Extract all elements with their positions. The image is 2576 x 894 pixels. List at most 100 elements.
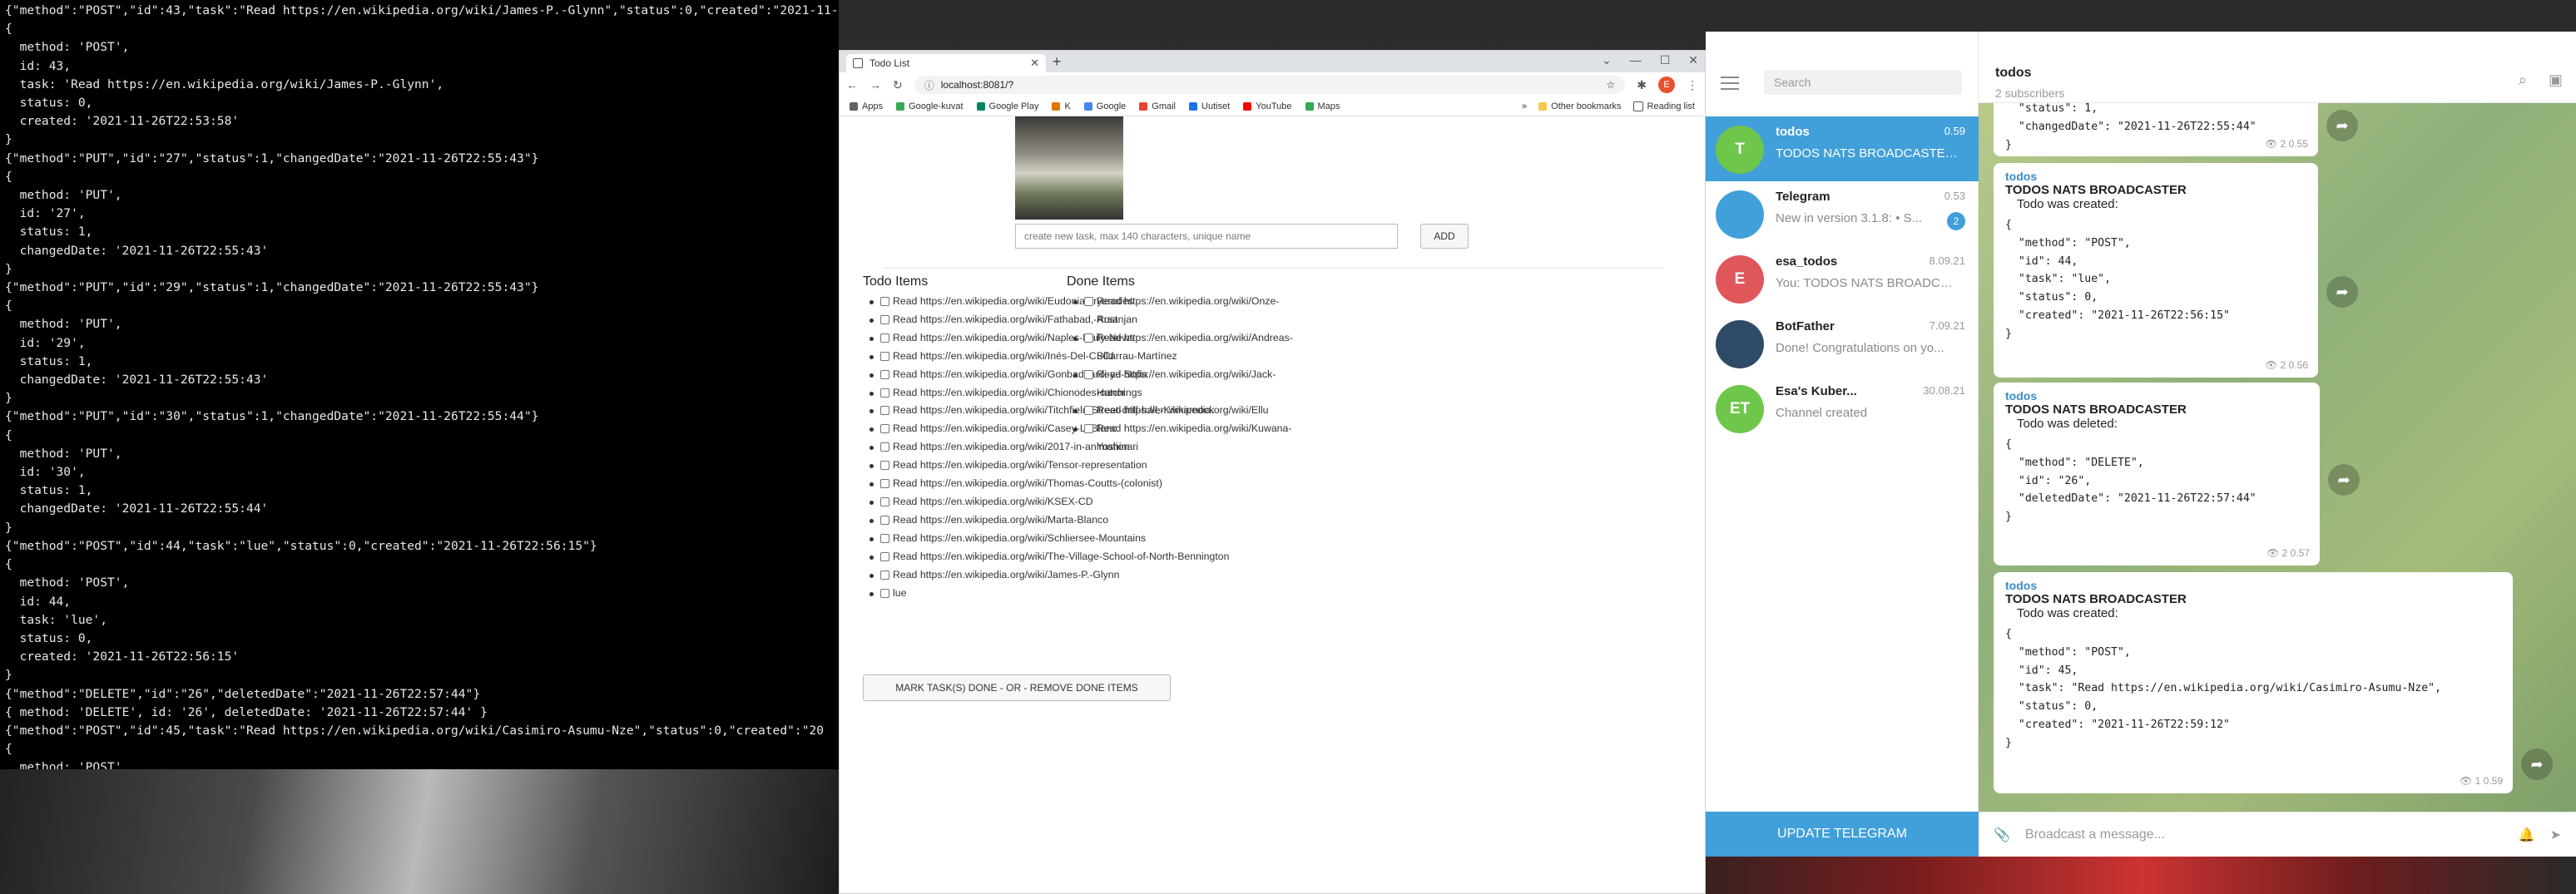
- attach-icon[interactable]: 📎: [1994, 827, 2010, 843]
- task-checkbox[interactable]: [880, 388, 889, 398]
- task-checkbox[interactable]: [880, 461, 889, 471]
- close-icon[interactable]: ✕: [1688, 53, 1698, 67]
- star-icon[interactable]: ☆: [1607, 79, 1616, 91]
- message-area[interactable]: "status": 1, "changedDate": "2021-11-26T…: [1979, 103, 2576, 812]
- terminal-line: id: '27',: [5, 206, 86, 221]
- task-checkbox[interactable]: [1084, 297, 1093, 306]
- task-checkbox[interactable]: [880, 424, 889, 434]
- bookmark-item[interactable]: Google Play: [976, 101, 1038, 111]
- task-checkbox[interactable]: [880, 515, 889, 525]
- broadcast-input[interactable]: Broadcast a message...: [2025, 827, 2504, 842]
- chat-preview: TODOS NATS BROADCASTER ...: [1776, 146, 1959, 161]
- terminal-line: task: 'Read https://en.wikipedia.org/wik…: [5, 77, 444, 91]
- share-icon[interactable]: ➦: [2326, 110, 2358, 141]
- search-input[interactable]: Search: [1764, 70, 1962, 95]
- comments-icon[interactable]: ▣: [2549, 72, 2563, 89]
- chat-item[interactable]: Telegram 0.53 New in version 3.1.8: • S...…: [1706, 181, 1979, 246]
- bookmark-item[interactable]: K: [1052, 101, 1071, 111]
- new-task-input[interactable]: create new task, max 140 characters, uni…: [1015, 224, 1398, 249]
- task-checkbox[interactable]: [880, 551, 889, 561]
- chat-item[interactable]: ET Esa's Kuber... 30.08.21 Channel created: [1706, 376, 1979, 441]
- menu-icon[interactable]: [1721, 77, 1739, 94]
- reading-list[interactable]: Reading list: [1632, 101, 1695, 111]
- message-subtitle: Todo was created:: [2017, 606, 2118, 620]
- chat-item[interactable]: Eesa_todos 8.09.21 You: TODOS NATS BROADCA…: [1706, 246, 1979, 311]
- bookmark-item[interactable]: Google-kuvat: [896, 101, 964, 111]
- bookmark-item[interactable]: Gmail: [1139, 101, 1176, 111]
- chevron-down-icon[interactable]: ⌄: [1602, 53, 1612, 67]
- task-checkbox[interactable]: [880, 479, 889, 489]
- bookmark-label: Apps: [862, 101, 884, 111]
- share-icon[interactable]: ➦: [2328, 464, 2360, 496]
- info-icon[interactable]: ⓘ: [924, 78, 934, 92]
- share-icon[interactable]: ➦: [2521, 748, 2553, 780]
- task-label: Read https://en.wikipedia.org/wiki/Kuwan…: [1097, 422, 1292, 453]
- task-label: Read https://en.wikipedia.org/wiki/Onze-…: [1097, 295, 1280, 325]
- maximize-icon[interactable]: ☐: [1660, 53, 1671, 67]
- task-checkbox[interactable]: [1084, 369, 1093, 379]
- task-checkbox[interactable]: [880, 588, 889, 598]
- task-checkbox[interactable]: [880, 297, 889, 306]
- extensions-icon[interactable]: ✱: [1637, 78, 1647, 92]
- message-bubble[interactable]: "status": 1, "changedDate": "2021-11-26T…: [1994, 103, 2318, 156]
- bullet: [869, 446, 874, 451]
- bookmark-item[interactable]: Apps: [850, 101, 883, 111]
- message-title: TODOS NATS BROADCASTER: [2005, 403, 2187, 417]
- message-bubble[interactable]: todos TODOS NATS BROADCASTER Todo was dele…: [1994, 383, 2320, 566]
- terminal-line: }: [5, 520, 12, 535]
- chat-preview: You: TODOS NATS BROADCA...: [1776, 276, 1959, 290]
- close-tab-icon[interactable]: ✕: [1030, 57, 1039, 70]
- share-icon[interactable]: ➦: [2326, 276, 2358, 308]
- mark-done-button[interactable]: MARK TASK(S) DONE - OR - REMOVE DONE ITE…: [863, 674, 1171, 701]
- back-icon[interactable]: ←: [846, 78, 858, 91]
- tab-todo-list[interactable]: Todo List ✕: [846, 54, 1046, 72]
- chat-item[interactable]: Ttodos 0.59 TODOS NATS BROADCASTER ...: [1706, 116, 1979, 181]
- chat-item[interactable]: BotFather 7.09.21 Done! Congratulations on…: [1706, 311, 1979, 376]
- task-checkbox[interactable]: [880, 570, 889, 580]
- more-menu-icon[interactable]: ⋮: [1687, 78, 1698, 92]
- bookmark-item[interactable]: Google: [1083, 101, 1127, 111]
- task-checkbox[interactable]: [1084, 406, 1093, 416]
- bookmark-item[interactable]: Uutiset: [1189, 101, 1230, 111]
- terminal-line: }: [5, 261, 12, 276]
- send-icon[interactable]: ➤: [2550, 827, 2561, 843]
- tab-title: Todo List: [869, 57, 910, 69]
- message-subtitle: Todo was deleted:: [2017, 417, 2118, 431]
- task-checkbox[interactable]: [1084, 333, 1093, 343]
- bell-icon[interactable]: 🔔: [2519, 827, 2535, 843]
- bookmark-label: Google: [1096, 101, 1127, 111]
- minimize-icon[interactable]: —: [1630, 53, 1642, 67]
- reload-icon[interactable]: ↻: [893, 78, 903, 92]
- add-button[interactable]: ADD: [1420, 224, 1469, 249]
- terminal-window[interactable]: {"method":"POST","id":43,"task":"Read ht…: [0, 0, 839, 769]
- task-checkbox[interactable]: [880, 333, 889, 343]
- terminal-line: method: 'PUT',: [5, 446, 122, 461]
- message-bubble[interactable]: todos TODOS NATS BROADCASTER Todo was crea…: [1994, 163, 2318, 378]
- search-icon[interactable]: ⌕: [2519, 72, 2527, 89]
- task-checkbox[interactable]: [880, 369, 889, 379]
- header-icons: ⌕ ▣: [2519, 72, 2563, 89]
- bookmarks-more[interactable]: »: [1522, 101, 1527, 111]
- other-bookmarks[interactable]: Other bookmarks: [1538, 101, 1622, 111]
- bookmark-item[interactable]: YouTube: [1243, 101, 1292, 111]
- message-bubble[interactable]: todos TODOS NATS BROADCASTER Todo was crea…: [1994, 572, 2513, 793]
- task-checkbox[interactable]: [1084, 424, 1093, 434]
- forward-icon[interactable]: →: [869, 78, 881, 91]
- task-checkbox[interactable]: [880, 442, 889, 452]
- new-tab-button[interactable]: +: [1053, 53, 1062, 71]
- task-checkbox[interactable]: [880, 533, 889, 543]
- task-checkbox[interactable]: [880, 496, 889, 506]
- update-telegram-button[interactable]: UPDATE TELEGRAM: [1706, 812, 1979, 857]
- task-checkbox[interactable]: [880, 351, 889, 361]
- bookmark-label: Gmail: [1152, 101, 1177, 111]
- task-checkbox[interactable]: [880, 406, 889, 416]
- task-checkbox[interactable]: [880, 314, 889, 324]
- bookmark-item[interactable]: Maps: [1305, 101, 1340, 111]
- channel-header[interactable]: todos 2 subscribers ⌕ ▣: [1979, 32, 2576, 103]
- bookmark-label: K: [1064, 101, 1071, 111]
- list-item: Read https://en.wikipedia.org/wiki/James…: [869, 566, 1234, 585]
- profile-avatar[interactable]: E: [1658, 77, 1675, 93]
- message-title: TODOS NATS BROADCASTER: [2005, 592, 2187, 606]
- address-bar[interactable]: ⓘ localhost:8081/? ☆: [914, 76, 1626, 94]
- terminal-line: {: [5, 169, 12, 184]
